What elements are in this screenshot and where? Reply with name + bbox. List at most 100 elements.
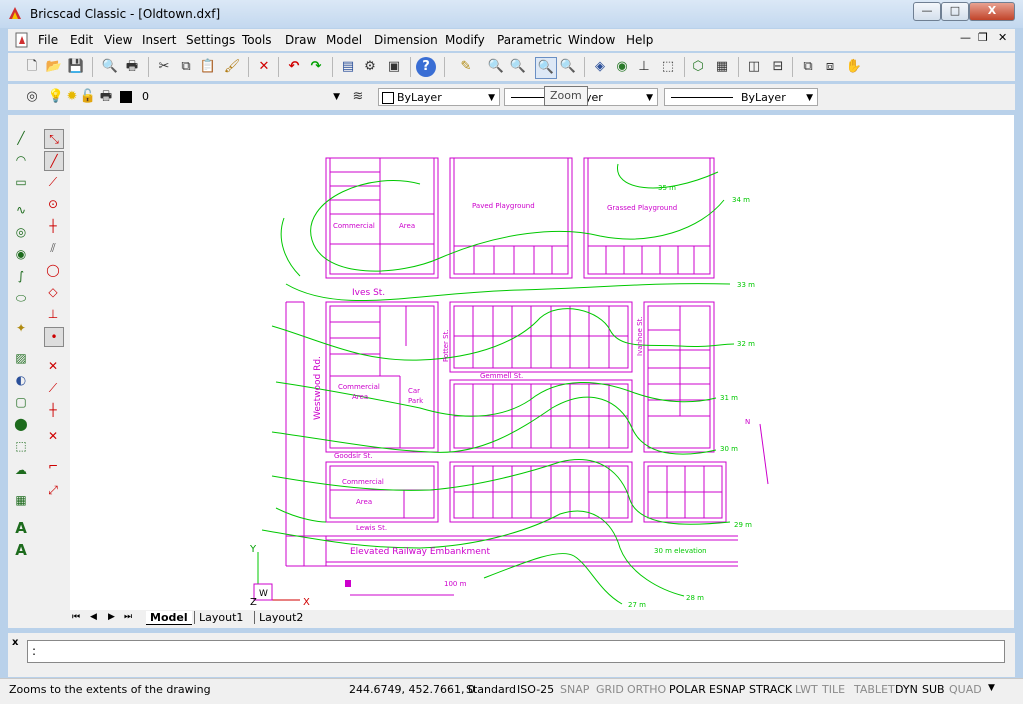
tile-vertical-icon[interactable]: ◫	[744, 57, 764, 77]
menu-dimension[interactable]: Dimension	[374, 33, 438, 47]
revision-cloud-icon[interactable]: ☁	[12, 461, 30, 479]
redo-icon[interactable]: ↷	[306, 57, 326, 77]
explorer-icon[interactable]: ⚙	[360, 57, 380, 77]
zoom-window-icon[interactable]: 🔍	[558, 57, 578, 77]
snap-parallel-icon[interactable]: ⫽	[44, 239, 62, 257]
zoom-realtime-icon[interactable]: 🔍	[486, 57, 506, 77]
snap-endpoint-icon[interactable]: ╱	[44, 151, 64, 171]
group-icon[interactable]: ⧉	[798, 57, 818, 77]
zoom-extents-icon[interactable]: 🔍	[535, 57, 557, 79]
doc-minimize-button[interactable]: —	[960, 31, 971, 44]
close-button[interactable]: X	[969, 2, 1015, 21]
snap-quadrant-icon[interactable]: ◇	[44, 283, 62, 301]
new-icon[interactable]: 🗋	[22, 57, 42, 77]
doc-close-button[interactable]: ✕	[998, 31, 1007, 44]
dim-style-display[interactable]: Standard	[466, 683, 516, 696]
menu-settings[interactable]: Settings	[186, 33, 235, 47]
region-icon[interactable]: ◐	[12, 371, 30, 389]
text-style-display[interactable]: ISO-25	[517, 683, 554, 696]
status-menu-arrow[interactable]: ▼	[988, 683, 995, 693]
drawing-canvas[interactable]: Commercial Area Paved Playground Grassed…	[70, 115, 1014, 610]
cut-icon[interactable]: ✂	[154, 57, 174, 77]
document-icon[interactable]	[14, 32, 30, 48]
point-icon[interactable]: ✦	[12, 319, 30, 337]
status-toggle-polar[interactable]: POLAR	[669, 683, 706, 696]
print-preview-icon[interactable]: 🔍	[100, 57, 120, 77]
spline-icon[interactable]: ∫	[12, 267, 30, 285]
prev-tab-button[interactable]: ◀	[90, 612, 97, 622]
status-toggle-strack[interactable]: STRACK	[749, 683, 792, 696]
snap-apparent-icon[interactable]: ⟋	[44, 379, 62, 397]
menu-help[interactable]: Help	[626, 33, 653, 47]
status-toggle-ortho[interactable]: ORTHO	[627, 683, 666, 696]
hatch-icon[interactable]: ▨	[12, 349, 30, 367]
snap-none-icon[interactable]: ✕	[44, 427, 62, 445]
print-icon[interactable]: 🖶	[122, 57, 142, 77]
render-icon[interactable]: ⬡	[688, 57, 708, 77]
plot-icon[interactable]: 🖶	[96, 87, 116, 107]
help-icon[interactable]: ?	[416, 57, 436, 77]
donut-icon[interactable]: ◉	[12, 245, 30, 263]
render-settings-icon[interactable]: ▦	[712, 57, 732, 77]
coordinates-display[interactable]: 244.6749, 452.7661, 0	[349, 683, 475, 696]
circle-icon[interactable]: ◎	[12, 223, 30, 241]
block-icon[interactable]: ⧈	[820, 57, 840, 77]
tab-layout2[interactable]: Layout2	[254, 611, 307, 624]
snap-tangent-icon[interactable]: ◯	[44, 261, 62, 279]
view-icon[interactable]: ◈	[590, 57, 610, 77]
drawing-svg[interactable]: Commercial Area Paved Playground Grassed…	[70, 115, 1014, 610]
next-tab-button[interactable]: ▶	[108, 612, 115, 622]
status-toggle-esnap[interactable]: ESNAP	[709, 683, 745, 696]
solid-fill-icon[interactable]: ⬤	[12, 415, 30, 433]
snap-center-icon[interactable]: ⊙	[44, 195, 62, 213]
snap-from-icon[interactable]: ⤢	[44, 481, 62, 499]
zoom-out-icon[interactable]: 🔍	[508, 57, 528, 77]
menu-insert[interactable]: Insert	[142, 33, 176, 47]
arc-icon[interactable]: ◠	[12, 151, 30, 169]
layer-manager-icon[interactable]: ◎	[22, 87, 42, 107]
menu-view[interactable]: View	[104, 33, 132, 47]
menu-modify[interactable]: Modify	[445, 33, 485, 47]
wipeout-icon[interactable]: ⬚	[12, 437, 30, 455]
doc-restore-button[interactable]: ❐	[978, 31, 988, 44]
snap-node-icon[interactable]: ┼	[44, 217, 62, 235]
boundary-icon[interactable]: ▢	[12, 393, 30, 411]
minimize-button[interactable]: —	[913, 2, 941, 21]
mtext-icon[interactable]: A	[12, 541, 30, 559]
line-icon[interactable]: ╱	[12, 129, 30, 147]
status-toggle-snap[interactable]: SNAP	[560, 683, 589, 696]
snap-track-icon[interactable]: ⌐	[44, 457, 62, 475]
layer-previous-icon[interactable]: ≋	[348, 87, 368, 107]
menu-window[interactable]: Window	[568, 33, 615, 47]
polyline-icon[interactable]: ∿	[12, 201, 30, 219]
color-dropdown[interactable]: ByLayer ▼	[378, 88, 500, 106]
tab-layout1[interactable]: Layout1	[194, 611, 247, 624]
status-toggle-quad[interactable]: QUAD	[949, 683, 982, 696]
first-tab-button[interactable]: ⏮	[72, 612, 80, 622]
snap-nearest-icon[interactable]: •	[44, 327, 64, 347]
save-icon[interactable]: 💾	[66, 57, 86, 77]
maximize-button[interactable]: □	[941, 2, 969, 21]
menu-model[interactable]: Model	[326, 33, 362, 47]
snap-intersection-icon[interactable]: ✕	[44, 357, 62, 375]
snap-perpendicular-icon[interactable]: ⊥	[44, 305, 62, 323]
tab-model[interactable]: Model	[146, 611, 192, 625]
menu-parametric[interactable]: Parametric	[497, 33, 562, 47]
menu-tools[interactable]: Tools	[242, 33, 272, 47]
properties-icon[interactable]: ▤	[338, 57, 358, 77]
tile-horizontal-icon[interactable]: ⊟	[768, 57, 788, 77]
status-toggle-grid[interactable]: GRID	[596, 683, 624, 696]
pencil-icon[interactable]: ✎	[456, 57, 476, 77]
command-close-button[interactable]: x	[12, 637, 18, 648]
status-toggle-lwt[interactable]: LWT	[795, 683, 818, 696]
status-toggle-sub[interactable]: SUB	[922, 683, 945, 696]
paste-icon[interactable]: 📋	[198, 57, 218, 77]
rectangle-icon[interactable]: ▭	[12, 173, 30, 191]
menu-file[interactable]: File	[38, 33, 58, 47]
text-icon[interactable]: A	[12, 519, 30, 537]
hand-icon[interactable]: ✋	[844, 57, 864, 77]
match-properties-icon[interactable]: 🖌	[222, 57, 242, 77]
status-toggle-tile[interactable]: TILE	[822, 683, 845, 696]
app-icon[interactable]	[7, 5, 23, 21]
status-toggle-dyn[interactable]: DYN	[895, 683, 918, 696]
